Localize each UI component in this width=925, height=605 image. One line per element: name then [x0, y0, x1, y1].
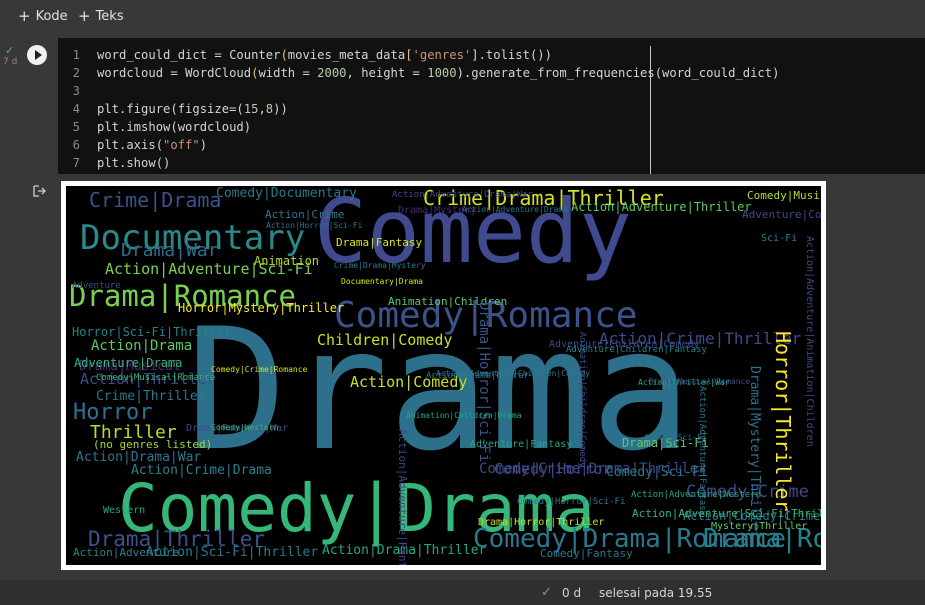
wordcloud-word: Action|Thriller|War — [638, 378, 730, 387]
done-check-icon: ✓ — [541, 585, 552, 600]
code-text: plt.figure(figsize=(15,8)) — [97, 102, 288, 116]
wordcloud-word: Action|Adventure|Children|Comedy — [436, 369, 591, 378]
code-editor[interactable]: 1 word_could_dict = Counter(movies_meta_d… — [58, 38, 925, 174]
execution-status-check-icon: ✓ — [5, 44, 15, 57]
wordcloud-word: Comedy|Horror — [494, 460, 612, 478]
notebook-toolbar: + Kode + Teks — [0, 0, 925, 32]
wordcloud-word: Adventure|Comedy — [742, 208, 821, 221]
line-number: 1 — [72, 48, 80, 62]
code-line: 1 word_could_dict = Counter(movies_meta_d… — [58, 46, 918, 64]
plus-icon: + — [18, 6, 31, 25]
wordcloud-word: Action|Adventure — [73, 546, 179, 559]
wordcloud-word: Sci-Fi — [761, 233, 798, 244]
code-text: word_could_dict = Counter(movies_meta_da… — [97, 48, 552, 62]
code-text: plt.axis("off") — [97, 138, 208, 152]
wordcloud-word: Adventure|Drama — [74, 356, 183, 370]
cell-gutter: ✓ 7 d — [0, 36, 22, 176]
wordcloud-word: Action|Adventure|Drama — [462, 205, 568, 214]
plus-icon: + — [78, 6, 91, 25]
line-number: 7 — [72, 156, 80, 170]
wordcloud-word: Horror|Thriller — [771, 331, 795, 512]
wordcloud-word: Horror — [73, 400, 153, 425]
output-actions-icon[interactable] — [32, 184, 46, 198]
line-number: 5 — [72, 120, 80, 134]
line-number: 2 — [72, 66, 80, 80]
wordcloud-word: Action|Adventure|Sci-Fi|Thriller — [632, 507, 821, 520]
wordcloud-word: Crime|Thriller — [96, 389, 206, 404]
wordcloud-word: Horror|Mystery|Thriller — [178, 301, 345, 315]
wordcloud-word: Horror|Sci-Fi|Thriller — [72, 325, 231, 339]
wordcloud-word: Comedy|Musical|Romance — [96, 373, 216, 383]
wordcloud-word: Mystery|Thriller — [711, 521, 808, 532]
wordcloud-word: Action|Sci-Fi — [644, 433, 707, 442]
wordcloud-word: Western — [103, 505, 146, 516]
wordcloud-word: Comedy|Documentary — [216, 186, 357, 201]
execution-time: 7 d — [3, 57, 18, 67]
wordcloud-word: Documentary|Drama — [341, 277, 423, 286]
wordcloud-word: Comedy|Western — [211, 423, 279, 432]
wordcloud-word: Crime|Drama — [89, 188, 222, 212]
add-code-label: Kode — [35, 8, 68, 24]
wordcloud-word: Action|Adventure|Drama|War — [392, 190, 533, 200]
wordcloud-word: Action|Drama — [91, 338, 193, 354]
line-number: 6 — [72, 138, 80, 152]
wordcloud-word: (no genres listed) — [93, 438, 213, 451]
wordcloud-word: Action|Adventure|Animation|Children — [804, 236, 815, 447]
code-text: plt.imshow(wordcloud) — [97, 120, 252, 134]
wordcloud-word: Action|Adventure|Fantasy — [396, 429, 409, 565]
wordcloud-word: Comedy|Musical — [747, 189, 821, 202]
wordcloud-word: Adventure — [72, 281, 121, 291]
code-line: 3 — [58, 82, 918, 100]
wordcloud-word: Action|Crime|Drama — [131, 463, 272, 478]
run-cell-button[interactable] — [27, 45, 47, 65]
completion-status: selesai pada 19.55 — [599, 586, 713, 600]
add-text-button[interactable]: + Teks — [78, 7, 124, 25]
wordcloud-word: Animation|Children|Drama — [406, 411, 522, 420]
line-number: 3 — [72, 84, 80, 98]
wordcloud-word: Crime|Drama|Mystery — [334, 261, 426, 270]
wordcloud-word: Adventure|Fantasy — [470, 439, 573, 450]
cell-output: Comedy Drama Comedy|Drama Documentary Drama|… — [61, 181, 826, 570]
wordcloud-word: Children|Comedy — [317, 331, 453, 349]
status-bar: ✓ 0 d selesai pada 19.55 — [0, 580, 925, 605]
wordcloud-word: Comedy|Crime|Romance — [211, 365, 308, 374]
wordcloud-word: Drama|Horror|Thriller — [478, 517, 605, 528]
wordcloud-word: Action|Adventure|Thriller — [571, 200, 752, 214]
code-cell[interactable]: ✓ 7 d 1 word_could_dict = Counter(movies_… — [0, 36, 925, 176]
wordcloud-word: Action|Adventure|Western — [631, 490, 762, 500]
wordcloud-word: Drama|Fantasy — [336, 236, 423, 249]
add-code-button[interactable]: + Kode — [18, 7, 68, 25]
wordcloud-word: Action|Crime — [265, 208, 345, 221]
wordcloud-image: Comedy Drama Comedy|Drama Documentary Drama|… — [66, 186, 821, 565]
run-duration: 0 d — [562, 586, 582, 600]
code-line: 7 plt.show() — [58, 154, 918, 172]
code-line: 2 wordcloud = WordCloud(width = 2000, hei… — [58, 64, 918, 82]
wordcloud-word: Action|Horror|Sci-Fi — [266, 221, 363, 230]
code-text: plt.show() — [97, 156, 171, 170]
code-line: 6 plt.axis("off") — [58, 136, 918, 154]
wordcloud-word: Comedy|Fantasy — [540, 547, 633, 560]
line-number: 4 — [72, 102, 80, 116]
code-line: 4 plt.figure(figsize=(15,8)) — [58, 100, 918, 118]
add-text-label: Teks — [95, 8, 124, 24]
wordcloud-word: Drama|War — [121, 240, 219, 261]
wordcloud-word: Comedy|Horror|Sci-Fi — [517, 497, 626, 507]
code-text: wordcloud = WordCloud(width = 2000, heig… — [97, 66, 780, 80]
code-line: 5 plt.imshow(wordcloud) — [58, 118, 918, 136]
wordcloud-word: Comedy|Sci-Fi — [606, 465, 708, 480]
wordcloud-word: Adventure|Children|Fantasy — [566, 345, 707, 355]
wordcloud-word: Animation — [254, 254, 320, 268]
